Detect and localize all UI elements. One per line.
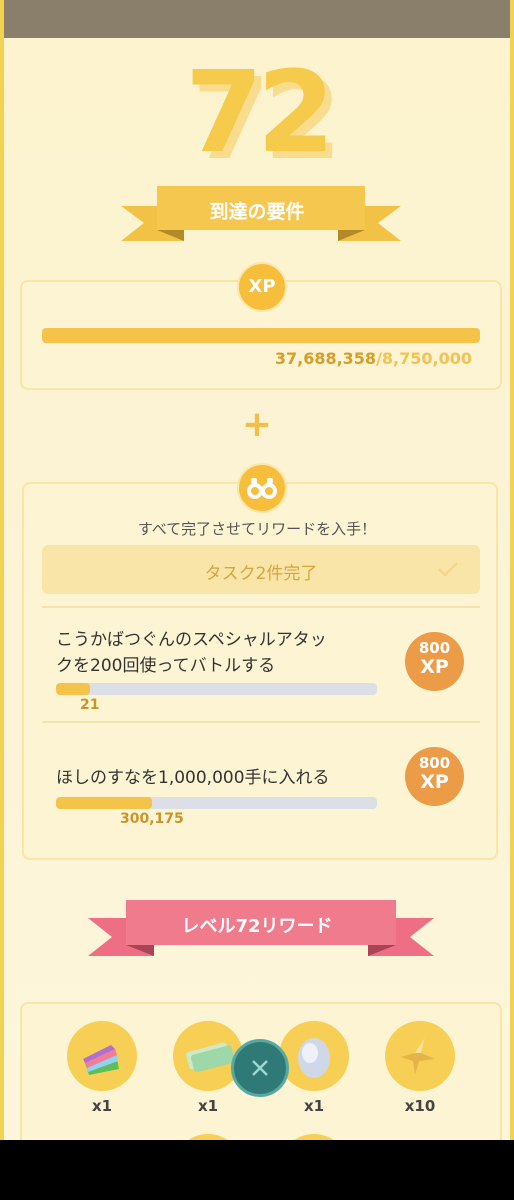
- task-progress-fill: [56, 797, 153, 809]
- requirements-ribbon-label: 到達の要件: [209, 201, 305, 223]
- divider: [42, 721, 480, 723]
- task-reward-unit: XP: [420, 656, 449, 678]
- xp-badge: XP: [237, 262, 287, 312]
- plus-icon: +: [241, 404, 273, 445]
- reward-count: x10: [404, 1097, 436, 1115]
- xp-goal: 8,750,000: [381, 349, 472, 368]
- task-progress-value: 300,175: [120, 811, 184, 827]
- task-progress-bar: [56, 683, 377, 695]
- reward-count: x1: [91, 1097, 113, 1115]
- tasks-completed-banner: タスク2件完了: [42, 545, 480, 594]
- task-reward-amount: 800: [418, 639, 451, 657]
- bottom-black-bar: [0, 1140, 514, 1200]
- task-progress-fill: [56, 683, 90, 695]
- tasks-completed-label: タスク2件完了: [204, 564, 318, 584]
- divider: [42, 606, 480, 608]
- star-piece-icon[interactable]: [385, 1021, 455, 1091]
- requirements-ribbon: 到達の要件: [4, 186, 510, 244]
- task-reward-unit: XP: [420, 771, 449, 793]
- xp-value: 37,688,358/8,750,000: [275, 349, 472, 368]
- close-icon: [252, 1060, 268, 1076]
- task-title: ほしのすなを1,000,000手に入れる: [56, 765, 330, 791]
- rewards-ribbon-label: レベル72リワード: [181, 916, 333, 937]
- task-title: こうかばつぐんのスペシャルアタッ クを200回使ってバトルする: [56, 627, 327, 679]
- close-button[interactable]: [231, 1039, 289, 1097]
- level-up-screen: 72 到達の要件 XP 37,688,358/8,750,000 + すべて完了…: [0, 0, 514, 1140]
- egg-icon[interactable]: [279, 1021, 349, 1091]
- task-title-line: クを200回使ってバトルする: [56, 656, 276, 676]
- check-icon: [438, 562, 458, 577]
- task-reward-amount: 800: [418, 754, 451, 772]
- xp-progress-bar: [42, 328, 480, 343]
- task-title-line: ほしのすなを1,000,000手に入れる: [56, 768, 330, 788]
- reward-count: x1: [303, 1097, 325, 1115]
- level-number: 72: [185, 48, 335, 178]
- xp-progress-fill: [42, 328, 480, 343]
- rainbow-cake-icon[interactable]: [67, 1021, 137, 1091]
- task-reward-badge: 800 XP: [405, 632, 464, 691]
- tasks-instruction: すべて完了させてリワードを入手！: [137, 520, 377, 538]
- task-title-line: こうかばつぐんのスペシャルアタッ: [56, 630, 327, 650]
- task-reward-badge: 800 XP: [405, 747, 464, 806]
- xp-current: 37,688,358: [274, 349, 377, 368]
- task-progress-value: 21: [80, 697, 100, 713]
- rewards-ribbon: レベル72リワード: [4, 900, 510, 960]
- top-bar: [4, 0, 510, 38]
- task-progress-bar: [56, 797, 377, 809]
- binoculars-icon: [237, 463, 287, 513]
- reward-count: x1: [197, 1097, 219, 1115]
